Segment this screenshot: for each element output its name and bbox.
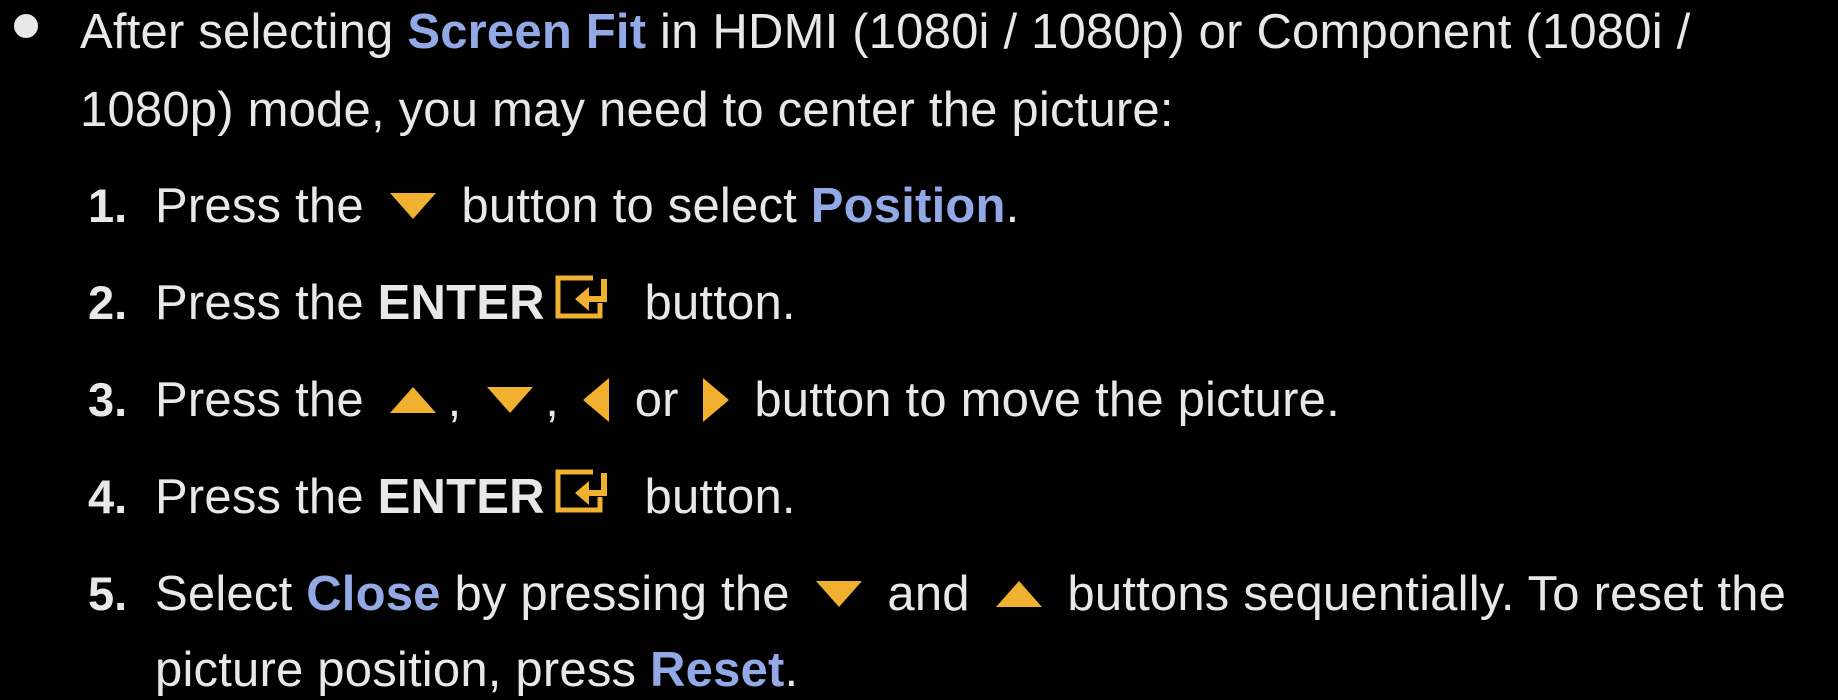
reset-term: Reset <box>650 643 785 697</box>
step-text: Press the button to select Position. <box>155 176 1019 236</box>
step-text-part: , <box>545 373 573 427</box>
step-text-part: button. <box>630 470 796 524</box>
bullet-line-2: 1080p) mode, you may need to center the … <box>80 80 1174 140</box>
step-number: 3. <box>88 373 128 426</box>
step-text-part: button to select <box>447 179 811 233</box>
step-number: 4. <box>88 470 128 523</box>
step-text-part: by pressing the <box>440 567 804 621</box>
manual-page: After selecting Screen Fit in HDMI (1080… <box>0 0 1838 697</box>
up-arrow-icon <box>995 581 1042 608</box>
enter-icon <box>555 273 617 333</box>
bullet-dot <box>14 14 38 38</box>
step-text-part: Press the <box>155 179 378 233</box>
enter-term: ENTER <box>377 470 545 524</box>
step-text-part: Press the <box>155 373 378 427</box>
step-text-part: Press the <box>155 276 378 330</box>
left-arrow-icon <box>582 378 609 423</box>
step-text-part: . <box>1005 179 1020 233</box>
enter-icon <box>555 467 617 527</box>
step-text-part: . <box>784 643 799 697</box>
step-text-line-2: picture position, press Reset. <box>155 640 798 700</box>
position-term: Position <box>810 179 1006 233</box>
bullet-text: in HDMI (1080i / 1080p) or Component (10… <box>646 5 1691 59</box>
bullet-line-1: After selecting Screen Fit in HDMI (1080… <box>80 2 1690 62</box>
right-arrow-icon <box>702 378 729 423</box>
step-text: Select Close by pressing the and buttons… <box>155 564 1786 624</box>
screen-fit-term: Screen Fit <box>407 5 647 59</box>
step-text-part: Select <box>155 567 307 621</box>
enter-term: ENTER <box>377 276 545 330</box>
close-term: Close <box>306 567 441 621</box>
step-text: Press the ENTER button. <box>155 467 796 533</box>
down-arrow-icon <box>815 581 862 608</box>
step-text: Press the ENTER button. <box>155 273 796 339</box>
down-arrow-icon <box>487 387 534 414</box>
step-text-part: buttons sequentially. To reset the <box>1053 567 1787 621</box>
step-text-part: button to move the picture. <box>740 373 1340 427</box>
down-arrow-icon <box>389 193 436 220</box>
step-text-part: button. <box>630 276 796 330</box>
step-text-part: and <box>873 567 984 621</box>
up-arrow-icon <box>389 387 436 414</box>
step-text-part: picture position, press <box>155 643 651 697</box>
bullet-text: After selecting <box>80 5 408 59</box>
step-number: 1. <box>88 179 128 232</box>
step-text-part: Press the <box>155 470 378 524</box>
bullet-text: 1080p) mode, you may need to center the … <box>80 83 1174 137</box>
step-text: Press the , , or button to move the pict… <box>155 370 1340 430</box>
step-number: 5. <box>88 567 128 620</box>
step-text-part: , <box>447 373 476 427</box>
step-number: 2. <box>88 276 128 329</box>
step-text-part: or <box>620 373 693 427</box>
